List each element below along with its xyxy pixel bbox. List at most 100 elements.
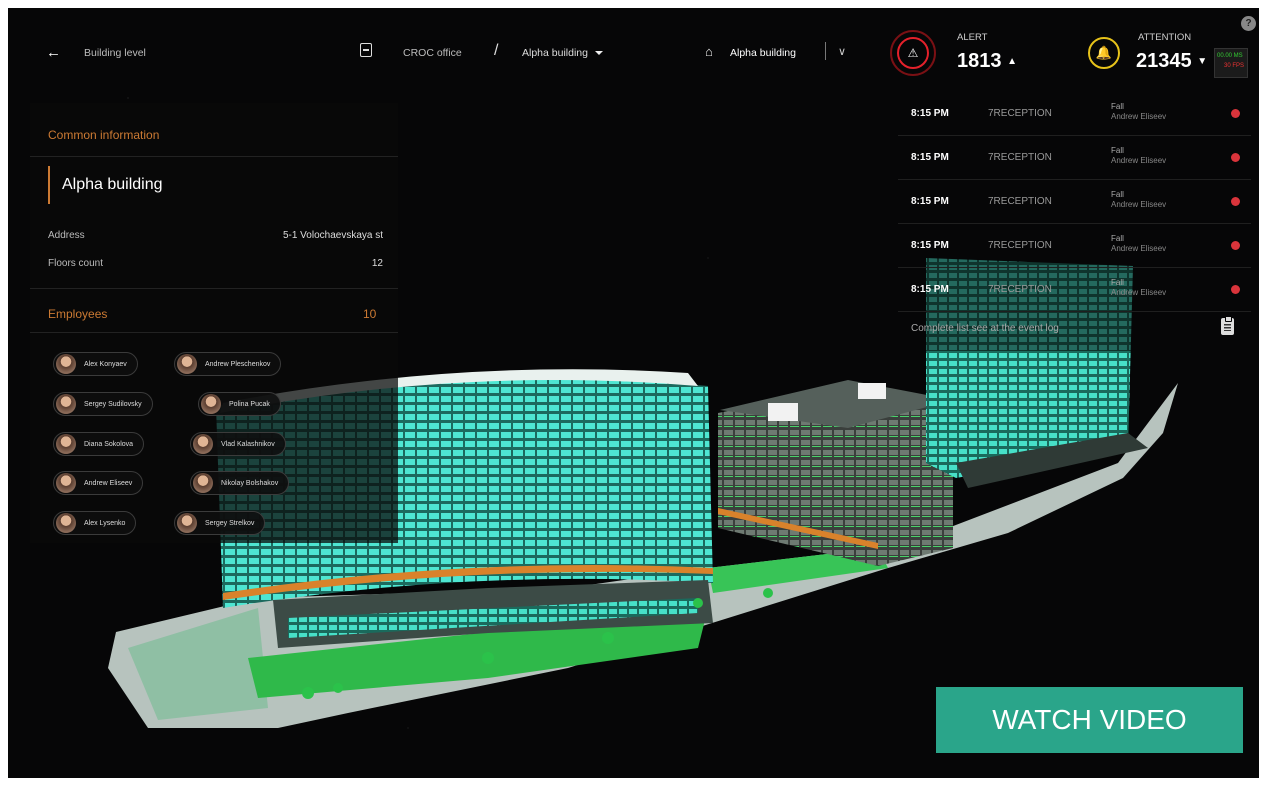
employee-name: Alex Lysenko: [84, 519, 126, 527]
employee-name: Sergey Sudilovsky: [84, 400, 142, 408]
event-type: Fall: [1111, 278, 1124, 287]
avatar: [56, 513, 76, 533]
app-frame: ← Building level CROC office / Alpha bui…: [8, 8, 1259, 778]
building-name: Alpha building: [62, 176, 163, 193]
back-label[interactable]: Building level: [84, 47, 146, 59]
watch-video-button[interactable]: WATCH VIDEO: [936, 687, 1243, 753]
caret-up-icon: ▲: [1007, 56, 1017, 68]
alert-button[interactable]: ⚠: [890, 30, 936, 76]
common-info-heading: Common information: [48, 128, 160, 142]
fps-value: 30 FPS: [1224, 63, 1245, 69]
employee-name: Polina Pucak: [229, 400, 270, 408]
status-dot: [1231, 241, 1240, 250]
collapse-icon[interactable]: [360, 43, 372, 57]
alert-count-value: 1813: [957, 50, 1002, 72]
building-selector[interactable]: Alpha building: [730, 47, 796, 59]
address-value: 5-1 Volochaevskaya st: [282, 230, 383, 241]
breadcrumb-root[interactable]: CROC office: [403, 47, 462, 59]
event-person[interactable]: Andrew Eliseev: [1111, 200, 1166, 209]
divider: [30, 288, 398, 289]
warning-icon: ⚠: [897, 37, 929, 69]
alert-count[interactable]: 1813 ▲: [957, 50, 1017, 73]
event-type: Fall: [1111, 102, 1124, 111]
event-log-link[interactable]: Complete list see at the event log: [911, 323, 1059, 334]
employee-name: Andrew Pleschenkov: [205, 360, 271, 368]
event-location[interactable]: 7RECEPTION: [988, 108, 1052, 119]
event-person[interactable]: Andrew Eliseev: [1111, 112, 1166, 121]
event-location[interactable]: 7RECEPTION: [988, 240, 1052, 251]
status-dot: [1231, 109, 1240, 118]
attention-label: ATTENTION: [1138, 32, 1192, 43]
avatar: [56, 354, 76, 374]
avatar: [193, 473, 213, 493]
event-type: Fall: [1111, 146, 1124, 155]
alert-label: ALERT: [957, 32, 988, 43]
divider: [898, 179, 1251, 180]
chevron-down-icon[interactable]: ∨: [838, 45, 846, 58]
employee-chip[interactable]: Andrew Eliseev: [53, 471, 144, 495]
breadcrumb-current[interactable]: Alpha building: [522, 47, 603, 59]
employee-chip[interactable]: Nikolay Bolshakov: [190, 471, 290, 495]
event-type: Fall: [1111, 234, 1124, 243]
employees-count: 10: [363, 307, 377, 321]
event-time: 8:15 PM: [911, 108, 949, 119]
roof-unit: [768, 403, 798, 421]
divider: [898, 311, 1251, 312]
employee-name: Diana Sokolova: [84, 440, 134, 448]
accent-bar: [48, 166, 50, 204]
status-dot: [1231, 197, 1240, 206]
event-location[interactable]: 7RECEPTION: [988, 152, 1052, 163]
back-arrow-icon[interactable]: ←: [46, 44, 61, 61]
employee-name: Sergey Strelkov: [205, 519, 255, 527]
fps-ms: 00.00 MS: [1217, 53, 1243, 59]
event-location[interactable]: 7RECEPTION: [988, 196, 1052, 207]
avatar: [193, 434, 213, 454]
event-time: 8:15 PM: [911, 240, 949, 251]
employee-chip[interactable]: Vlad Kalashnikov: [190, 432, 286, 456]
floors-value: 12: [371, 258, 383, 269]
employee-chip[interactable]: Alex Lysenko: [53, 511, 137, 535]
divider: [30, 156, 398, 157]
avatar: [201, 394, 221, 414]
event-person[interactable]: Andrew Eliseev: [1111, 244, 1166, 253]
status-dot: [1231, 153, 1240, 162]
divider: [898, 267, 1251, 268]
home-icon: ⌂: [705, 44, 713, 59]
caret-down-icon: [594, 51, 603, 56]
employee-chip[interactable]: Sergey Strelkov: [174, 511, 266, 535]
attention-count[interactable]: 21345 ▼: [1136, 50, 1207, 73]
employee-chip[interactable]: Polina Pucak: [198, 392, 281, 416]
employee-name: Vlad Kalashnikov: [221, 440, 275, 448]
divider: [898, 135, 1251, 136]
breadcrumb-current-label: Alpha building: [522, 47, 588, 59]
event-time: 8:15 PM: [911, 284, 949, 295]
employee-chip[interactable]: Sergey Sudilovsky: [53, 392, 153, 416]
help-icon[interactable]: ?: [1241, 16, 1256, 31]
avatar: [177, 513, 197, 533]
event-time: 8:15 PM: [911, 196, 949, 207]
avatar: [56, 473, 76, 493]
employee-chip[interactable]: Alex Konyaev: [53, 352, 138, 376]
status-dot: [1231, 285, 1240, 294]
event-person[interactable]: Andrew Eliseev: [1111, 156, 1166, 165]
breadcrumb-separator: /: [494, 42, 499, 59]
event-type: Fall: [1111, 190, 1124, 199]
caret-down-icon: ▼: [1197, 56, 1208, 68]
floors-label: Floors count: [48, 258, 104, 269]
employee-chip[interactable]: Diana Sokolova: [53, 432, 145, 456]
fps-meter: 00.00 MS 30 FPS: [1214, 48, 1248, 78]
divider: [825, 42, 826, 60]
avatar: [56, 394, 76, 414]
attention-count-value: 21345: [1136, 50, 1192, 72]
employee-chip[interactable]: Andrew Pleschenkov: [174, 352, 282, 376]
bell-icon[interactable]: 🔔: [1088, 37, 1120, 69]
divider: [898, 223, 1251, 224]
employee-name: Alex Konyaev: [84, 360, 127, 368]
event-location[interactable]: 7RECEPTION: [988, 284, 1052, 295]
employees-heading: Employees: [48, 307, 108, 321]
event-person[interactable]: Andrew Eliseev: [1111, 288, 1166, 297]
roof-unit: [858, 383, 886, 399]
event-time: 8:15 PM: [911, 152, 949, 163]
clipboard-icon[interactable]: [1221, 316, 1234, 335]
employee-name: Andrew Eliseev: [84, 479, 133, 487]
